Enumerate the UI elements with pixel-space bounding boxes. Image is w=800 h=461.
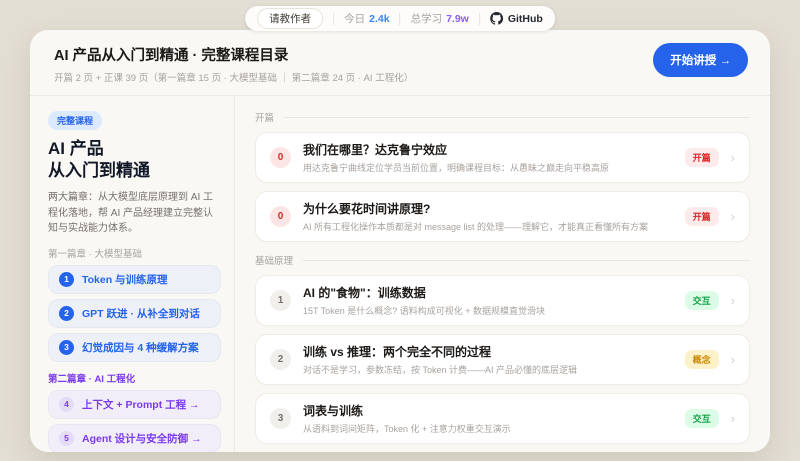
github-link[interactable]: GitHub — [489, 12, 543, 25]
course-title-line2: 从入门到精通 — [48, 161, 150, 181]
today-stat: 今日 2.4k — [344, 11, 389, 26]
sidebar-item-label: Token 与训练原理 — [82, 273, 168, 286]
chevron-right-icon: › — [730, 293, 735, 308]
row-text: 训练 vs 推理：两个完全不同的过程 对话不是学习，参数冻结，按 Token 计… — [303, 343, 673, 376]
row-text: AI 的"食物"：训练数据 15T Token 是什么概念? 语料构成可视化 +… — [303, 284, 673, 317]
section-label: 开篇 — [255, 113, 275, 124]
sidebar: 完整课程 AI 产品 从入门到精通 两大篇章：从大模型底层原理到 AI 工程化落… — [30, 96, 234, 452]
row-title: 训练 vs 推理：两个完全不同的过程 — [303, 345, 492, 359]
section-divider — [284, 116, 750, 118]
divider — [399, 12, 401, 25]
row-badge: 交互 — [684, 409, 719, 428]
row-title: 我们在哪里？达克鲁宁效应 — [303, 143, 448, 157]
row-number: 1 — [270, 290, 291, 311]
github-label: GitHub — [507, 12, 543, 25]
chevron-right-icon: › — [730, 150, 735, 165]
course-card: AI 产品从入门到精通 · 完整课程目录 开篇 2 页 + 正课 39 页（第一… — [30, 30, 770, 452]
course-item-row[interactable]: 2 训练 vs 推理：两个完全不同的过程 对话不是学习，参数冻结，按 Token… — [255, 334, 750, 385]
sidebar-item-label: 幻觉成因与 4 种缓解方案 — [82, 341, 199, 354]
chevron-right-icon: › — [730, 209, 735, 224]
lesson-list: 开篇 0 我们在哪里？达克鲁宁效应 用达克鲁宁曲线定位学员当前位置，明确课程目标… — [234, 96, 770, 452]
row-subtitle: 对话不是学习，参数冻结，按 Token 计费——AI 产品必懂的底层逻辑 — [303, 365, 578, 375]
card-header: AI 产品从入门到精通 · 完整课程目录 开篇 2 页 + 正课 39 页（第一… — [30, 30, 770, 96]
total-study-stat: 总学习 7.9w — [411, 11, 469, 26]
course-item-row[interactable]: 0 为什么要花时间讲原理? AI 所有工程化操作本质都是对 message li… — [255, 191, 750, 242]
course-item-row[interactable]: 3 词表与训练 从语料到词间矩阵，Token 化 + 注意力权重交互演示 交互 … — [255, 393, 750, 444]
item-number: 1 — [59, 271, 74, 287]
chevron-right-icon: › — [730, 411, 735, 426]
row-badge: 开篇 — [684, 207, 719, 226]
row-title: AI 的"食物"：训练数据 — [303, 286, 426, 300]
ask-author-button[interactable]: 请教作者 — [257, 8, 324, 29]
row-number: 3 — [270, 408, 291, 429]
row-title: 词表与训练 — [303, 404, 364, 418]
divider — [478, 12, 480, 25]
sidebar-item-agent-security[interactable]: 5 Agent 设计与安全防御 → — [48, 423, 221, 452]
row-text: 我们在哪里？达克鲁宁效应 用达克鲁宁曲线定位学员当前位置，明确课程目标：从愚昧之… — [303, 141, 673, 174]
total-study-label: 总学习 — [410, 13, 443, 25]
section-header-opening: 开篇 — [255, 110, 750, 124]
card-body: 完整课程 AI 产品 从入门到精通 两大篇章：从大模型底层原理到 AI 工程化落… — [30, 96, 770, 452]
today-value: 2.4k — [369, 12, 390, 25]
total-study-value: 7.9w — [446, 12, 469, 25]
course-title: AI 产品 从入门到精通 — [48, 138, 221, 182]
section-label: 基础原理 — [255, 256, 294, 267]
sidebar-item-label: 上下文 + Prompt 工程 → — [82, 398, 200, 411]
row-number: 2 — [270, 349, 291, 370]
chevron-right-icon: › — [730, 352, 735, 367]
sidebar-item-hallucination[interactable]: 3 幻觉成因与 4 种缓解方案 — [48, 332, 221, 362]
page-subtitle: 开篇 2 页 + 正课 39 页（第一篇章 15 页 · 大模型基础 ｜ 第二篇… — [54, 73, 414, 84]
sidebar-item-gpt-leap[interactable]: 2 GPT 跃进 · 从补全到对话 — [48, 298, 221, 328]
item-number: 2 — [59, 305, 74, 321]
sidebar-item-label: Agent 设计与安全防御 → — [82, 432, 202, 445]
row-subtitle: 用达克鲁宁曲线定位学员当前位置，明确课程目标：从愚昧之巅走向平稳高原 — [303, 163, 610, 173]
row-number: 0 — [270, 147, 291, 168]
sidebar-item-prompt-engineering[interactable]: 4 上下文 + Prompt 工程 → — [48, 389, 221, 419]
topbar: 请教作者 今日 2.4k 总学习 7.9w GitHub — [245, 6, 555, 31]
row-subtitle: 15T Token 是什么概念? 语料构成可视化 + 数据规模直觉滑块 — [303, 306, 545, 316]
item-number: 4 — [59, 396, 74, 412]
page-title: AI 产品从入门到精通 · 完整课程目录 — [54, 48, 289, 64]
chapter1-label: 第一篇章 · 大模型基础 — [48, 248, 142, 260]
course-item-row[interactable]: 0 我们在哪里？达克鲁宁效应 用达克鲁宁曲线定位学员当前位置，明确课程目标：从愚… — [255, 132, 750, 183]
row-badge: 开篇 — [684, 148, 719, 167]
row-title: 为什么要花时间讲原理? — [303, 202, 431, 216]
chapter2-label: 第二篇章 · AI 工程化 — [48, 373, 136, 385]
row-badge: 概念 — [684, 350, 719, 369]
section-divider — [303, 259, 750, 261]
github-icon — [489, 12, 503, 25]
course-title-line1: AI 产品 — [48, 139, 104, 158]
item-number: 5 — [59, 430, 74, 446]
row-subtitle: 从语料到词间矩阵，Token 化 + 注意力权重交互演示 — [303, 424, 511, 434]
course-type-badge: 完整课程 — [48, 111, 103, 130]
course-item-row[interactable]: 1 AI 的"食物"：训练数据 15T Token 是什么概念? 语料构成可视化… — [255, 275, 750, 326]
today-label: 今日 — [344, 13, 366, 25]
item-number: 3 — [59, 339, 74, 355]
row-number: 0 — [270, 206, 291, 227]
row-text: 词表与训练 从语料到词间矩阵，Token 化 + 注意力权重交互演示 — [303, 402, 673, 435]
start-lecture-button[interactable]: 开始讲授 → — [653, 43, 748, 77]
section-header-fundamentals: 基础原理 — [255, 253, 750, 267]
row-subtitle: AI 所有工程化操作本质都是对 message list 的处理——理解它，才能… — [303, 222, 649, 232]
row-badge: 交互 — [684, 291, 719, 310]
divider — [333, 12, 335, 25]
course-description: 两大篇章：从大模型底层原理到 AI 工程化落地，帮 AI 产品经理建立完整认知与… — [48, 192, 214, 235]
sidebar-item-label: GPT 跃进 · 从补全到对话 — [82, 307, 200, 320]
sidebar-item-token-training[interactable]: 1 Token 与训练原理 — [48, 264, 221, 294]
row-text: 为什么要花时间讲原理? AI 所有工程化操作本质都是对 message list… — [303, 200, 673, 233]
